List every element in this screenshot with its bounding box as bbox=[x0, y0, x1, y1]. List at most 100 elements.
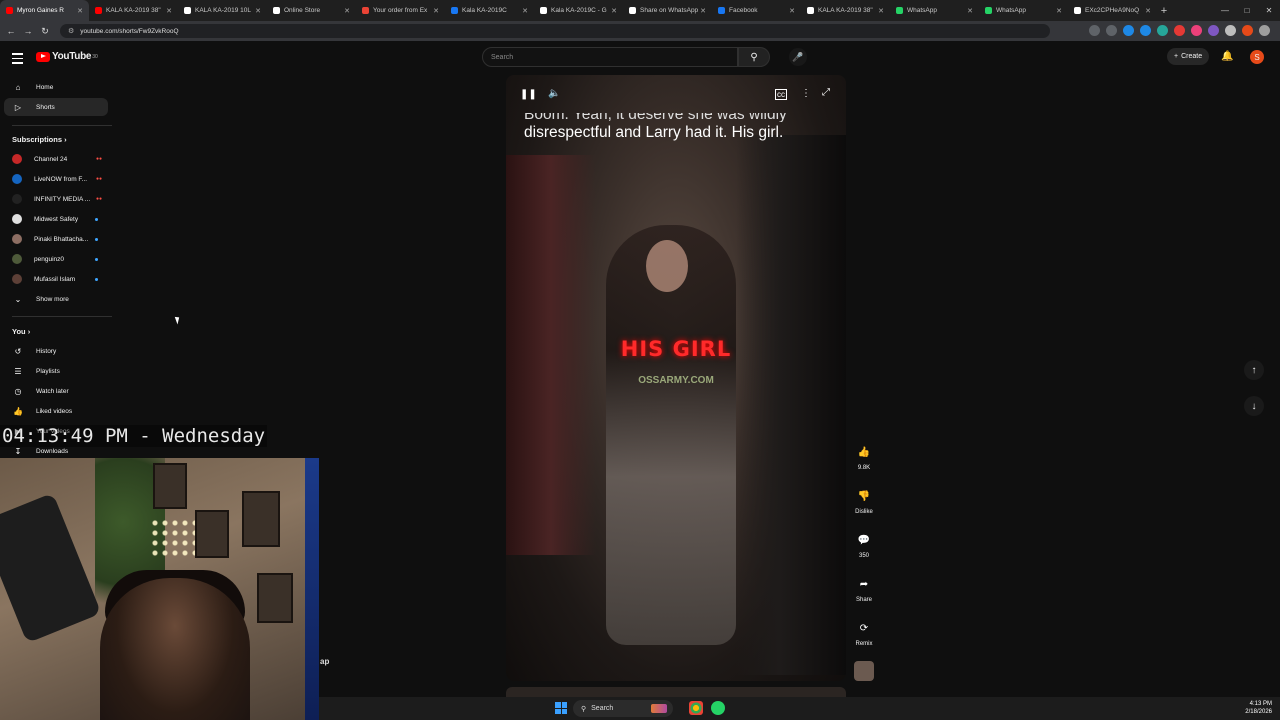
voice-search-button[interactable]: 🎤 bbox=[789, 48, 807, 66]
address-bar[interactable]: ⚙ youtube.com/shorts/Fw9ZvkRooQ bbox=[60, 24, 1050, 38]
tab-close-icon[interactable]: ✕ bbox=[967, 7, 973, 15]
tab-favicon-icon bbox=[184, 7, 191, 14]
tab-close-icon[interactable]: ✕ bbox=[166, 7, 172, 15]
next-short-button[interactable]: ↓ bbox=[1244, 396, 1264, 416]
hamburger-menu-icon[interactable] bbox=[12, 53, 23, 67]
browser-tab[interactable]: Kala KA-2019C - G ✕ bbox=[534, 0, 623, 21]
tab-close-icon[interactable]: ✕ bbox=[700, 7, 706, 15]
close-window-icon[interactable]: ✕ bbox=[1258, 0, 1280, 21]
sidebar-item-watch-later[interactable]: ◷ Watch later bbox=[4, 382, 108, 400]
browser-tab[interactable]: WhatsApp ✕ bbox=[979, 0, 1068, 21]
new-tab-button[interactable]: + bbox=[1157, 0, 1171, 21]
webcam-person bbox=[100, 578, 250, 720]
sidebar-item-history[interactable]: ↺ History bbox=[4, 342, 108, 360]
dislike-button[interactable]: 👎 Dislike bbox=[851, 485, 877, 516]
tab-close-icon[interactable]: ✕ bbox=[789, 7, 795, 15]
browser-tab[interactable]: Myron Gaines R ✕ bbox=[0, 0, 89, 21]
forward-icon[interactable]: → bbox=[22, 25, 34, 37]
site-info-icon[interactable]: ⚙ bbox=[68, 27, 74, 35]
tab-close-icon[interactable]: ✕ bbox=[77, 7, 83, 15]
sidebar-item-label: History bbox=[36, 347, 57, 355]
maximize-icon[interactable]: □ bbox=[1236, 0, 1258, 21]
sidebar-item-playlists[interactable]: ☰ Playlists bbox=[4, 362, 108, 380]
like-button[interactable]: 👍 9.8K bbox=[851, 441, 877, 472]
shorts-video-player[interactable]: ❚❚ 🔈 cc ⋮ ⤢ Boom. Yeah, it deserve she w… bbox=[506, 75, 846, 681]
sidebar-item-channel[interactable]: Pinaki Bhattacha... bbox=[4, 230, 108, 248]
tab-favicon-icon bbox=[6, 7, 13, 14]
captions-icon[interactable]: cc bbox=[775, 89, 787, 100]
fullscreen-icon[interactable]: ⤢ bbox=[822, 87, 830, 98]
remix-button[interactable]: ⟳ Remix bbox=[851, 617, 877, 648]
sidebar-item-home[interactable]: ⌂ Home bbox=[4, 78, 108, 96]
browser-tab[interactable]: Facebook ✕ bbox=[712, 0, 801, 21]
sidebar-item-channel[interactable]: Midwest Safety bbox=[4, 210, 108, 228]
browser-tab[interactable]: Online Store ✕ bbox=[267, 0, 356, 21]
extension-icon[interactable] bbox=[1089, 25, 1100, 36]
sidebar-item-liked-videos[interactable]: 👍 Liked videos bbox=[4, 402, 108, 420]
browser-tab[interactable]: EXc2CPHeA9NoQ ✕ bbox=[1068, 0, 1157, 21]
sidebar-item-channel[interactable]: Mufassil Islam bbox=[4, 270, 108, 288]
tab-close-icon[interactable]: ✕ bbox=[878, 7, 884, 15]
browser-tab[interactable]: Share on WhatsApp ✕ bbox=[623, 0, 712, 21]
extension-icon[interactable] bbox=[1140, 25, 1151, 36]
create-button[interactable]: + Create bbox=[1167, 48, 1210, 65]
you-heading[interactable]: You › bbox=[12, 327, 30, 336]
browser-tab[interactable]: Your order from Ex ✕ bbox=[356, 0, 445, 21]
browser-tab[interactable]: WhatsApp ✕ bbox=[890, 0, 979, 21]
tab-title: WhatsApp bbox=[907, 7, 937, 14]
search-button[interactable]: ⚲ bbox=[738, 47, 770, 67]
browser-tab[interactable]: KALA KA-2019 38" ✕ bbox=[801, 0, 890, 21]
tab-close-icon[interactable]: ✕ bbox=[522, 7, 528, 15]
sidebar-item-shorts[interactable]: ▷ Shorts bbox=[4, 98, 108, 116]
menu-kebab-icon[interactable] bbox=[1259, 25, 1270, 36]
youtube-logo[interactable]: YouTube 30 bbox=[36, 51, 98, 62]
windows-start-icon[interactable] bbox=[555, 702, 567, 714]
back-icon[interactable]: ← bbox=[5, 25, 17, 37]
tab-favicon-icon bbox=[718, 7, 725, 14]
extension-icon[interactable] bbox=[1123, 25, 1134, 36]
sidebar-item-channel[interactable]: LiveNOW from F... ●● bbox=[4, 170, 108, 188]
share-button[interactable]: ➦ Share bbox=[851, 573, 877, 604]
chrome-icon[interactable] bbox=[689, 701, 703, 715]
extension-icon[interactable] bbox=[1191, 25, 1202, 36]
more-options-icon[interactable]: ⋮ bbox=[801, 88, 811, 99]
tab-close-icon[interactable]: ✕ bbox=[344, 7, 350, 15]
extension-icon[interactable] bbox=[1157, 25, 1168, 36]
puzzle-icon[interactable] bbox=[1225, 25, 1236, 36]
pause-icon[interactable]: ❚❚ bbox=[520, 89, 537, 100]
volume-icon[interactable]: 🔈 bbox=[548, 88, 560, 99]
sidebar-item-channel[interactable]: Channel 24 ●● bbox=[4, 150, 108, 168]
show-more-button[interactable]: ⌄ Show more bbox=[4, 290, 108, 308]
subscriptions-heading[interactable]: Subscriptions › bbox=[12, 135, 67, 144]
notifications-bell-icon[interactable]: 🔔 bbox=[1221, 51, 1233, 62]
comments-button[interactable]: 💬 350 bbox=[851, 529, 877, 560]
sidebar-item-channel[interactable]: INFINITY MEDIA ... ●● bbox=[4, 190, 108, 208]
search-input[interactable]: Search bbox=[482, 47, 738, 67]
tab-close-icon[interactable]: ✕ bbox=[1145, 7, 1151, 15]
browser-tab[interactable]: KALA KA-2019 38" ✕ bbox=[89, 0, 178, 21]
browser-tab[interactable]: KALA KA-2019 10L ✕ bbox=[178, 0, 267, 21]
window-controls: — □ ✕ bbox=[1214, 0, 1280, 21]
taskbar-clock[interactable]: 4:13 PM 2/18/2026 bbox=[1245, 700, 1272, 716]
tab-close-icon[interactable]: ✕ bbox=[255, 7, 261, 15]
extension-icon[interactable] bbox=[1174, 25, 1185, 36]
reload-icon[interactable]: ↻ bbox=[39, 25, 51, 37]
profile-icon[interactable] bbox=[1242, 25, 1253, 36]
bookmark-star-icon[interactable] bbox=[1106, 25, 1117, 36]
account-avatar[interactable]: S bbox=[1250, 50, 1264, 64]
taskbar-search[interactable]: ⚲ Search bbox=[573, 700, 673, 717]
comment-count: 350 bbox=[858, 553, 869, 559]
tab-close-icon[interactable]: ✕ bbox=[433, 7, 439, 15]
previous-short-button[interactable]: ↑ bbox=[1244, 360, 1264, 380]
next-short-preview[interactable] bbox=[506, 687, 846, 697]
tab-close-icon[interactable]: ✕ bbox=[611, 7, 617, 15]
browser-tab[interactable]: Kala KA-2019C ✕ bbox=[445, 0, 534, 21]
sidebar-item-channel[interactable]: penguinz0 bbox=[4, 250, 108, 268]
tab-close-icon[interactable]: ✕ bbox=[1056, 7, 1062, 15]
whatsapp-icon[interactable] bbox=[711, 701, 725, 715]
extension-icon[interactable] bbox=[1208, 25, 1219, 36]
channel-avatar[interactable] bbox=[854, 661, 874, 681]
minimize-icon[interactable]: — bbox=[1214, 0, 1236, 21]
clock-overlay: 04:13:49 PM - Wednesday bbox=[0, 425, 268, 447]
new-content-dot bbox=[95, 237, 98, 241]
